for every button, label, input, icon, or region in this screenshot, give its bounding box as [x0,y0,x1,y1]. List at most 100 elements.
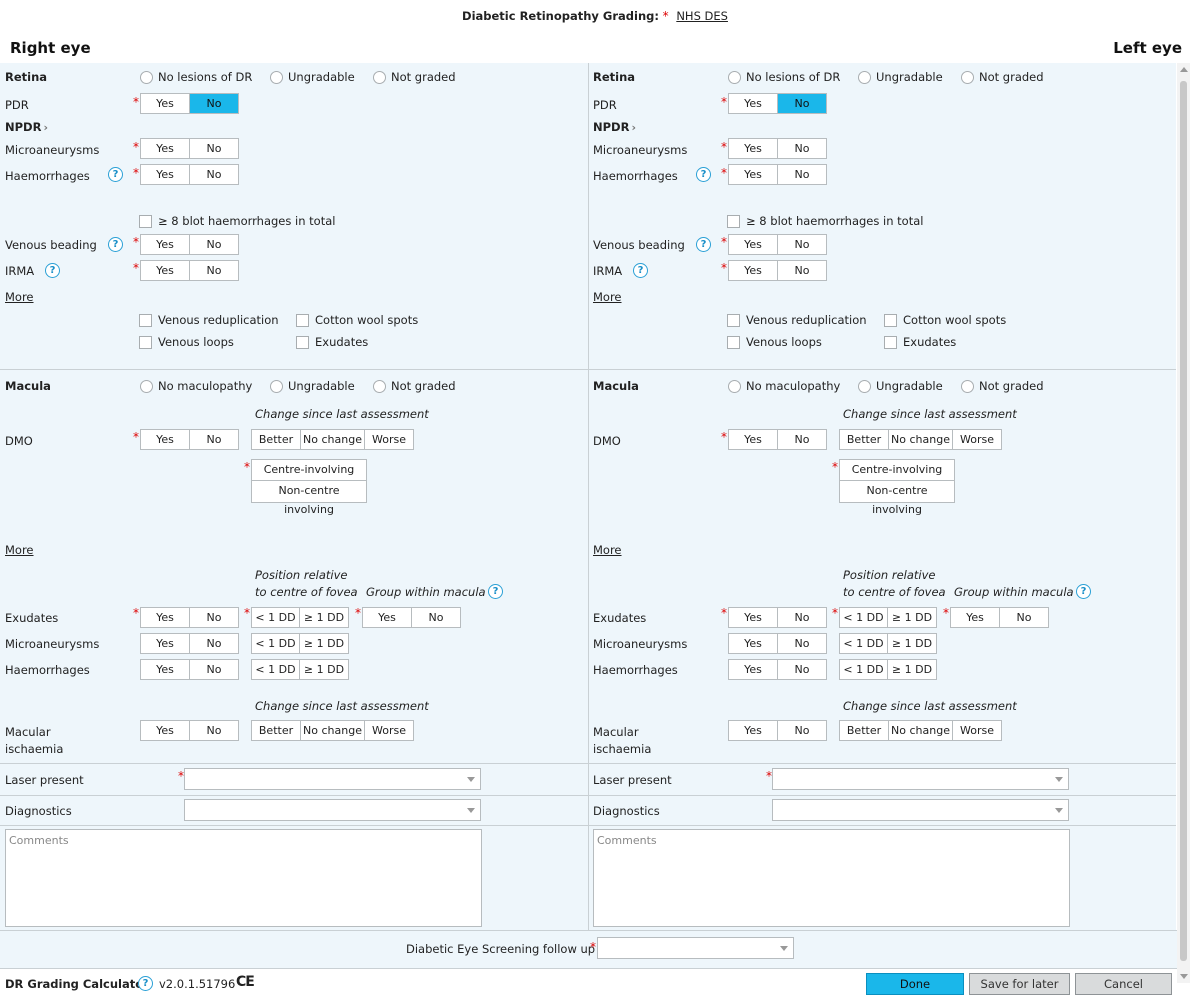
dmo-change-no_change-option[interactable]: No change [301,430,365,449]
nhs-des-link[interactable]: NHS DES [676,9,728,23]
macular-ischaemia-no-option[interactable]: No [190,721,238,740]
haemorrhages-yes-option[interactable]: Yes [141,165,190,184]
dmo-no-option[interactable]: No [778,430,826,449]
macula-more-link[interactable]: More [5,543,34,557]
exudates-group-no-option[interactable]: No [1000,608,1048,627]
centre-involving-option[interactable]: Centre-involving [840,460,954,481]
macular-ischaemia-yes-option[interactable]: Yes [729,721,778,740]
macula-haemorrhages-no-option[interactable]: No [778,660,826,679]
macular-ischaemia-yes-option[interactable]: Yes [141,721,190,740]
venous-beading-help-icon[interactable]: ? [696,237,711,252]
microaneurysms-no-option[interactable]: No [190,139,238,158]
microaneurysms-yes-option[interactable]: Yes [729,139,778,158]
exudates-group-no-option[interactable]: No [412,608,460,627]
dmo-yes-option[interactable]: Yes [729,430,778,449]
retina-ungradable-radio[interactable]: Ungradable [270,70,355,84]
scroll-thumb[interactable] [1180,81,1187,961]
cancel-button[interactable]: Cancel [1075,973,1172,995]
ischaemia-change-better-option[interactable]: Better [252,721,301,740]
haemorrhages-yes-option[interactable]: Yes [729,165,778,184]
macula-haemorrhages-no-option[interactable]: No [190,660,238,679]
venous-beading-no-option[interactable]: No [190,235,238,254]
macula-haemorrhages-yes-option[interactable]: Yes [729,660,778,679]
venous-beading-no-option[interactable]: No [778,235,826,254]
haemorrhages-position-ge1dd-option[interactable]: ≥ 1 DD [888,660,936,679]
macula-microaneurysms-yes-option[interactable]: Yes [729,634,778,653]
retina-ungradable-radio[interactable]: Ungradable [858,70,943,84]
diagnostics-select[interactable] [772,799,1069,821]
macula-not-graded-radio[interactable]: Not graded [373,379,456,393]
haemorrhages-position-ge1dd-option[interactable]: ≥ 1 DD [300,660,348,679]
macula-not-graded-radio[interactable]: Not graded [961,379,1044,393]
blot-haemorrhages-checkbox[interactable]: ≥ 8 blot haemorrhages in total [727,214,923,228]
macula-microaneurysms-no-option[interactable]: No [190,634,238,653]
dmo-change-no_change-option[interactable]: No change [889,430,953,449]
retina-not-graded-radio[interactable]: Not graded [961,70,1044,84]
microaneurysms-position-ge1dd-option[interactable]: ≥ 1 DD [888,634,936,653]
done-button[interactable]: Done [866,973,964,995]
haemorrhages-no-option[interactable]: No [778,165,826,184]
irma-no-option[interactable]: No [778,261,826,280]
exudates-group-yes-option[interactable]: Yes [363,608,412,627]
pdr-no-option[interactable]: No [778,94,826,113]
dmo-yes-option[interactable]: Yes [141,430,190,449]
dmo-no-option[interactable]: No [190,430,238,449]
no-lesions-radio[interactable]: No lesions of DR [728,70,840,84]
venous-loops-checkbox[interactable]: Venous loops [139,335,234,349]
ischaemia-change-no_change-option[interactable]: No change [889,721,953,740]
macula-haemorrhages-yes-option[interactable]: Yes [141,660,190,679]
dmo-change-worse-option[interactable]: Worse [953,430,1001,449]
venous-loops-checkbox[interactable]: Venous loops [727,335,822,349]
haemorrhages-no-option[interactable]: No [190,165,238,184]
haemorrhages-position-lt1dd-option[interactable]: < 1 DD [840,660,888,679]
microaneurysms-position-lt1dd-option[interactable]: < 1 DD [840,634,888,653]
exudates-yes-option[interactable]: Yes [141,608,190,627]
exudates-position-ge1dd-option[interactable]: ≥ 1 DD [888,608,936,627]
followup-select[interactable] [597,937,794,959]
dmo-change-worse-option[interactable]: Worse [365,430,413,449]
irma-help-icon[interactable]: ? [45,263,60,278]
macula-microaneurysms-no-option[interactable]: No [778,634,826,653]
dmo-change-better-option[interactable]: Better [840,430,889,449]
laser-present-select[interactable] [772,768,1069,790]
retina-more-link[interactable]: More [593,290,622,304]
irma-yes-option[interactable]: Yes [141,261,190,280]
laser-present-select[interactable] [184,768,481,790]
haemorrhages-help-icon[interactable]: ? [108,167,123,182]
no-maculopathy-radio[interactable]: No maculopathy [728,379,840,393]
scroll-down-icon[interactable] [1180,974,1188,979]
exudates-no-option[interactable]: No [190,608,238,627]
venous-beading-help-icon[interactable]: ? [108,237,123,252]
microaneurysms-yes-option[interactable]: Yes [141,139,190,158]
centre-involving-option[interactable]: Centre-involving [252,460,366,481]
exudates-retina-checkbox[interactable]: Exudates [296,335,368,349]
npdr-heading[interactable]: NPDR › [593,120,636,134]
non-centre-involving-option[interactable]: Non-centre involving [252,481,366,516]
macula-ungradable-radio[interactable]: Ungradable [270,379,355,393]
macula-ungradable-radio[interactable]: Ungradable [858,379,943,393]
haemorrhages-help-icon[interactable]: ? [696,167,711,182]
macula-microaneurysms-yes-option[interactable]: Yes [141,634,190,653]
no-maculopathy-radio[interactable]: No maculopathy [140,379,252,393]
ischaemia-change-worse-option[interactable]: Worse [953,721,1001,740]
blot-haemorrhages-checkbox[interactable]: ≥ 8 blot haemorrhages in total [139,214,335,228]
pdr-yes-option[interactable]: Yes [729,94,778,113]
group-within-help-icon[interactable]: ? [1076,584,1091,599]
comments-textarea[interactable] [5,829,482,927]
cotton-wool-spots-checkbox[interactable]: Cotton wool spots [296,313,418,327]
irma-help-icon[interactable]: ? [633,263,648,278]
pdr-yes-option[interactable]: Yes [141,94,190,113]
save-for-later-button[interactable]: Save for later [969,973,1070,995]
exudates-group-yes-option[interactable]: Yes [951,608,1000,627]
irma-no-option[interactable]: No [190,261,238,280]
ischaemia-change-better-option[interactable]: Better [840,721,889,740]
comments-textarea[interactable] [593,829,1070,927]
ischaemia-change-no_change-option[interactable]: No change [301,721,365,740]
macular-ischaemia-no-option[interactable]: No [778,721,826,740]
exudates-yes-option[interactable]: Yes [729,608,778,627]
no-lesions-radio[interactable]: No lesions of DR [140,70,252,84]
microaneurysms-position-ge1dd-option[interactable]: ≥ 1 DD [300,634,348,653]
exudates-retina-checkbox[interactable]: Exudates [884,335,956,349]
scroll-up-icon[interactable] [1180,67,1188,72]
group-within-help-icon[interactable]: ? [488,584,503,599]
